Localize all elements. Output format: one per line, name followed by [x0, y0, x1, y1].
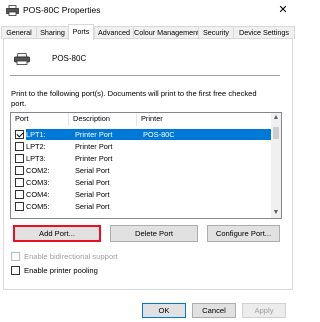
port-description: Printer Port: [75, 142, 113, 151]
port-row[interactable]: COM3: Serial Port: [11, 177, 272, 188]
port-printer: POS-80C: [137, 129, 272, 140]
port-name: LPT3:: [26, 154, 46, 163]
port-checkbox[interactable]: [15, 202, 24, 211]
port-name: COM4:: [26, 190, 50, 199]
cancel-button[interactable]: Cancel: [192, 303, 236, 318]
port-checkbox[interactable]: [15, 178, 24, 187]
printer-icon: [14, 53, 30, 65]
divider: [10, 75, 280, 76]
vertical-scrollbar[interactable]: ▲ ▼: [271, 113, 281, 218]
pooling-label: Enable printer pooling: [24, 266, 98, 275]
bidirectional-option: Enable bidirectional support: [11, 251, 211, 262]
port-description: Serial Port: [75, 202, 110, 211]
port-description: Serial Port: [75, 190, 110, 199]
port-row[interactable]: LPT1: Printer Port POS-80C: [11, 129, 272, 140]
port-checkbox[interactable]: [15, 154, 24, 163]
port-row[interactable]: COM5: Serial Port: [11, 201, 272, 212]
port-name: COM5:: [26, 202, 50, 211]
port-name: COM2:: [26, 166, 50, 175]
apply-button[interactable]: Apply: [242, 303, 286, 318]
scroll-thumb[interactable]: [273, 127, 279, 139]
port-checkbox[interactable]: [15, 142, 24, 151]
close-button[interactable]: ✕: [270, 0, 296, 20]
port-row[interactable]: LPT3: Printer Port: [11, 153, 272, 164]
column-header-port[interactable]: Port: [11, 113, 69, 126]
port-description: Serial Port: [75, 166, 110, 175]
pooling-option: Enable printer pooling: [11, 265, 211, 276]
pooling-checkbox[interactable]: [11, 266, 20, 275]
column-header-printer[interactable]: Printer: [137, 113, 272, 126]
ports-description: Print to the following port(s). Document…: [11, 89, 257, 108]
close-icon: ✕: [278, 4, 288, 16]
ports-list[interactable]: Port Description Printer LPT1: Printer P…: [10, 112, 282, 219]
port-checkbox[interactable]: [15, 166, 24, 175]
title-bar: POS-80C Properties ✕: [0, 0, 296, 22]
configure-port-button[interactable]: Configure Port...: [207, 225, 280, 242]
port-name: COM3:: [26, 178, 50, 187]
tab-strip: General Sharing Ports Advanced Colour Ma…: [0, 24, 296, 40]
port-name: LPT1:: [26, 129, 69, 140]
column-header-description[interactable]: Description: [69, 113, 137, 126]
port-row[interactable]: COM4: Serial Port: [11, 189, 272, 200]
port-checkbox[interactable]: [15, 190, 24, 199]
port-row[interactable]: COM2: Serial Port: [11, 165, 272, 176]
port-row[interactable]: LPT2: Printer Port: [11, 141, 272, 152]
printer-name: POS-80C: [52, 54, 87, 63]
port-checkbox[interactable]: [15, 130, 24, 139]
port-description: Serial Port: [75, 178, 110, 187]
port-description: Printer Port: [75, 154, 113, 163]
port-description: Printer Port: [69, 129, 137, 140]
port-name: LPT2:: [26, 142, 46, 151]
tab-ports[interactable]: Ports: [68, 24, 94, 40]
add-port-button[interactable]: Add Port...: [13, 225, 101, 242]
bidirectional-checkbox[interactable]: [11, 252, 20, 261]
delete-port-button[interactable]: Delete Port: [110, 225, 198, 242]
printer-icon: [6, 5, 19, 16]
scroll-up-icon[interactable]: ▲: [271, 113, 281, 123]
ok-button[interactable]: OK: [142, 303, 186, 318]
scroll-down-icon[interactable]: ▼: [271, 208, 281, 218]
bidirectional-label: Enable bidirectional support: [24, 252, 118, 261]
window-title: POS-80C Properties: [23, 5, 101, 15]
